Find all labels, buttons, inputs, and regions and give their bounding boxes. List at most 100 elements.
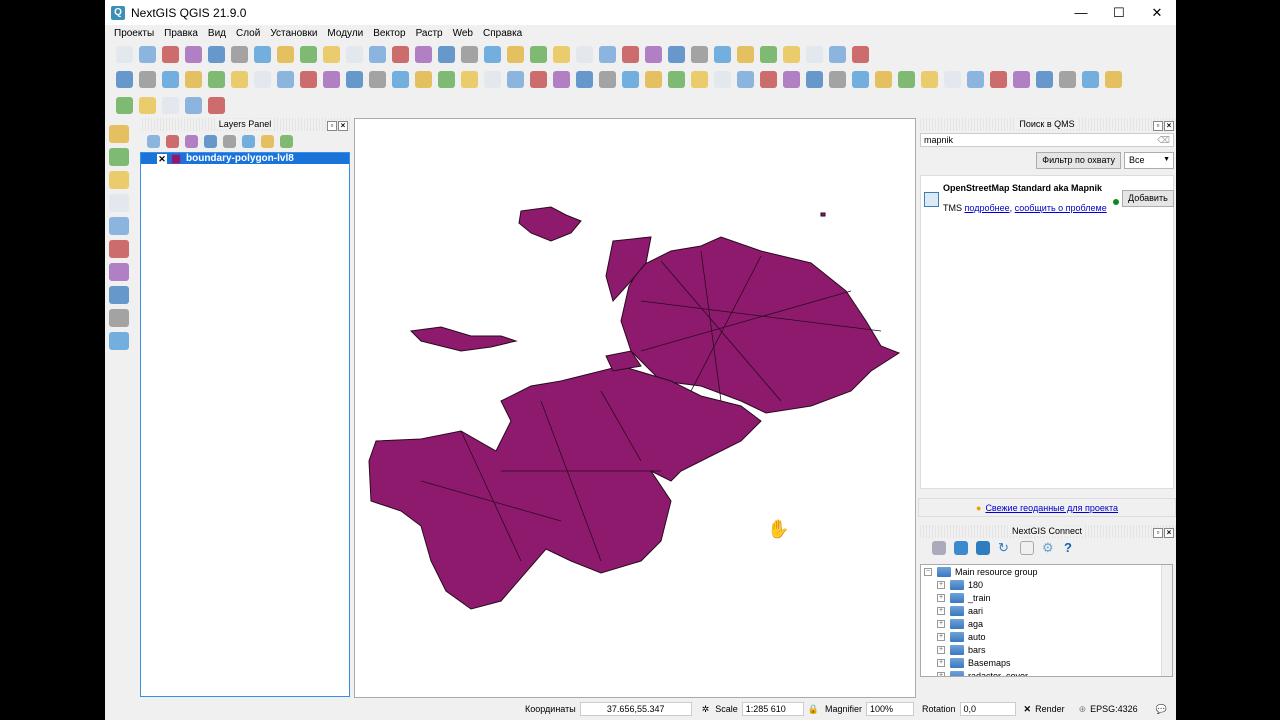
toolbar-tool-icon[interactable] bbox=[898, 70, 915, 88]
toolbar-tool-icon[interactable] bbox=[109, 125, 129, 143]
tree-item[interactable]: + radactor_cover bbox=[921, 669, 1172, 676]
close-panel-button[interactable]: × bbox=[1164, 528, 1174, 538]
toolbar-tool-icon[interactable] bbox=[147, 134, 160, 148]
toolbar-tool-icon[interactable] bbox=[116, 96, 133, 114]
tree-item[interactable]: + aga bbox=[921, 617, 1172, 630]
expand-icon[interactable]: + bbox=[937, 619, 945, 628]
toolbar-tool-icon[interactable] bbox=[116, 70, 133, 88]
toolbar-tool-icon[interactable] bbox=[139, 70, 156, 88]
toolbar-tool-icon[interactable] bbox=[484, 70, 501, 88]
tree-item[interactable]: + aari bbox=[921, 604, 1172, 617]
menu-item[interactable]: Установки bbox=[270, 28, 317, 39]
toolbar-tool-icon[interactable] bbox=[806, 70, 823, 88]
toolbar-tool-icon[interactable] bbox=[346, 45, 363, 63]
toolbar-tool-icon[interactable] bbox=[852, 70, 869, 88]
tree-item[interactable]: + auto bbox=[921, 630, 1172, 643]
new-group-icon[interactable] bbox=[976, 541, 990, 555]
toolbar-tool-icon[interactable] bbox=[829, 45, 846, 63]
toolbar-tool-icon[interactable] bbox=[438, 45, 455, 63]
toolbar-tool-icon[interactable] bbox=[300, 45, 317, 63]
import-selected-icon[interactable] bbox=[954, 541, 968, 555]
coords-field[interactable]: 37.656,55.347 bbox=[579, 702, 692, 716]
toolbar-tool-icon[interactable] bbox=[300, 70, 317, 88]
toolbar-tool-icon[interactable] bbox=[392, 45, 409, 63]
toolbar-tool-icon[interactable] bbox=[242, 134, 255, 148]
menu-item[interactable]: Слой bbox=[236, 28, 260, 39]
toolbar-tool-icon[interactable] bbox=[599, 70, 616, 88]
collapse-icon[interactable]: − bbox=[924, 567, 932, 576]
toolbar-tool-icon[interactable] bbox=[166, 134, 179, 148]
menu-item[interactable]: Правка bbox=[164, 28, 198, 39]
import-layer-icon[interactable] bbox=[932, 541, 946, 555]
menu-item[interactable]: Проекты bbox=[114, 28, 154, 39]
toolbar-tool-icon[interactable] bbox=[185, 45, 202, 63]
fresh-data-link[interactable]: Свежие геоданные для проекта bbox=[985, 503, 1118, 513]
toolbar-tool-icon[interactable] bbox=[507, 70, 524, 88]
toolbar-tool-icon[interactable] bbox=[691, 45, 708, 63]
close-panel-button[interactable]: × bbox=[1164, 121, 1174, 131]
toolbar-tool-icon[interactable] bbox=[668, 70, 685, 88]
toolbar-tool-icon[interactable] bbox=[185, 96, 202, 114]
toolbar-tool-icon[interactable] bbox=[645, 45, 662, 63]
clear-input-icon[interactable]: ⌫ bbox=[1157, 134, 1170, 146]
toolbar-tool-icon[interactable] bbox=[944, 70, 961, 88]
toolbar-tool-icon[interactable] bbox=[415, 70, 432, 88]
lock-scale-icon[interactable]: 🔒 bbox=[808, 704, 819, 715]
toolbar-tool-icon[interactable] bbox=[829, 70, 846, 88]
expand-icon[interactable]: + bbox=[937, 645, 945, 654]
toolbar-tool-icon[interactable] bbox=[254, 70, 271, 88]
toolbar-tool-icon[interactable] bbox=[109, 217, 129, 235]
toolbar-tool-icon[interactable] bbox=[346, 70, 363, 88]
toolbar-tool-icon[interactable] bbox=[277, 45, 294, 63]
refresh-icon[interactable]: ↻ bbox=[998, 541, 1012, 555]
menu-item[interactable]: Вектор bbox=[373, 28, 405, 39]
toolbar-tool-icon[interactable] bbox=[162, 70, 179, 88]
float-button[interactable]: ▫ bbox=[1153, 528, 1163, 538]
layer-item[interactable]: ✕ boundary-polygon-lvl8 bbox=[141, 153, 349, 164]
toolbar-tool-icon[interactable] bbox=[714, 70, 731, 88]
tree-scrollbar[interactable] bbox=[1161, 565, 1172, 676]
toolbar-tool-icon[interactable] bbox=[668, 45, 685, 63]
toolbar-tool-icon[interactable] bbox=[530, 70, 547, 88]
help-icon[interactable]: ? bbox=[1064, 541, 1078, 555]
toolbar-tool-icon[interactable] bbox=[109, 263, 129, 281]
toolbar-tool-icon[interactable] bbox=[507, 45, 524, 63]
toolbar-tool-icon[interactable] bbox=[109, 148, 129, 166]
maximize-button[interactable]: ☐ bbox=[1100, 0, 1138, 25]
toolbar-tool-icon[interactable] bbox=[599, 45, 616, 63]
more-link[interactable]: подробнее bbox=[965, 203, 1010, 213]
expand-icon[interactable]: + bbox=[937, 580, 945, 589]
open-web-icon[interactable] bbox=[1020, 541, 1034, 555]
toolbar-tool-icon[interactable] bbox=[162, 45, 179, 63]
toolbar-tool-icon[interactable] bbox=[277, 70, 294, 88]
toolbar-tool-icon[interactable] bbox=[139, 45, 156, 63]
minimize-button[interactable]: — bbox=[1062, 0, 1100, 25]
tree-root[interactable]: − Main resource group bbox=[921, 565, 1172, 578]
menu-item[interactable]: Web bbox=[453, 28, 473, 39]
toolbar-tool-icon[interactable] bbox=[109, 332, 129, 350]
expand-icon[interactable]: + bbox=[937, 671, 945, 676]
crs-button[interactable]: EPSG:4326 bbox=[1090, 704, 1138, 714]
toolbar-tool-icon[interactable] bbox=[323, 70, 340, 88]
toolbar-tool-icon[interactable] bbox=[261, 134, 274, 148]
toolbar-tool-icon[interactable] bbox=[323, 45, 340, 63]
expand-icon[interactable]: + bbox=[937, 593, 945, 602]
menu-item[interactable]: Справка bbox=[483, 28, 522, 39]
toolbar-tool-icon[interactable] bbox=[967, 70, 984, 88]
toolbar-tool-icon[interactable] bbox=[645, 70, 662, 88]
toolbar-tool-icon[interactable] bbox=[1105, 70, 1122, 88]
toolbar-tool-icon[interactable] bbox=[109, 309, 129, 327]
toolbar-tool-icon[interactable] bbox=[208, 70, 225, 88]
filter-select[interactable]: Все ▼ bbox=[1124, 152, 1174, 169]
map-canvas[interactable]: ✋ bbox=[354, 118, 916, 698]
toolbar-tool-icon[interactable] bbox=[875, 70, 892, 88]
toolbar-tool-icon[interactable] bbox=[760, 70, 777, 88]
toolbar-tool-icon[interactable] bbox=[185, 70, 202, 88]
toolbar-tool-icon[interactable] bbox=[990, 70, 1007, 88]
tree-item[interactable]: + bars bbox=[921, 643, 1172, 656]
toolbar-tool-icon[interactable] bbox=[116, 45, 133, 63]
toolbar-tool-icon[interactable] bbox=[369, 70, 386, 88]
expand-icon[interactable]: + bbox=[937, 632, 945, 641]
toolbar-tool-icon[interactable] bbox=[461, 70, 478, 88]
tree-item[interactable]: + Basemaps bbox=[921, 656, 1172, 669]
